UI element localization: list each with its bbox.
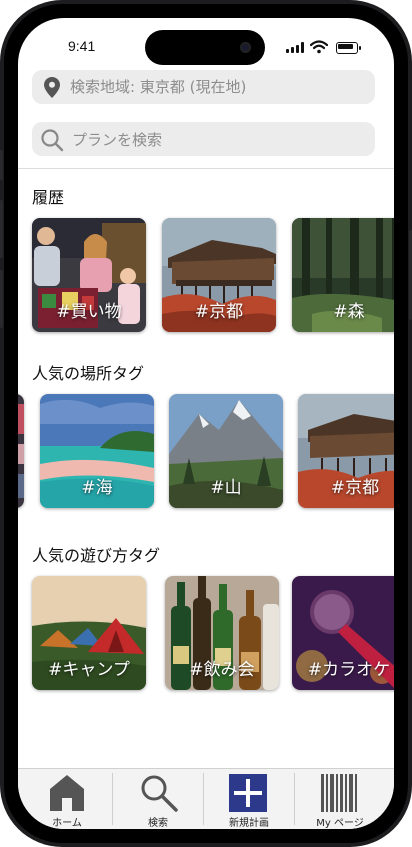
places-card-kyoto[interactable]: #京都 bbox=[298, 394, 394, 508]
tab-my-page[interactable]: My ページ bbox=[295, 769, 385, 829]
app-screen: 9:41 検索地域: 東京都 (現在地) プランを検索 履歴 #買い物 #京都 … bbox=[18, 18, 394, 829]
activities-card-karaoke[interactable]: #カラオケ bbox=[292, 576, 394, 690]
dynamic-island bbox=[145, 30, 265, 65]
wifi-icon bbox=[310, 40, 328, 54]
history-card-shopping[interactable]: #買い物 bbox=[32, 218, 146, 332]
card-tag-label: #キャンプ bbox=[48, 660, 130, 680]
card-tag-label: #山 bbox=[210, 478, 242, 498]
tab-search[interactable]: 検索 bbox=[113, 769, 203, 829]
history-carousel[interactable]: #買い物 #京都 #森 bbox=[18, 218, 394, 334]
tab-new-plan[interactable]: 新規計画 bbox=[204, 769, 294, 829]
silent-switch bbox=[0, 150, 3, 180]
places-card-sea[interactable]: #海 bbox=[40, 394, 154, 508]
battery-tip bbox=[359, 46, 361, 50]
location-label: 検索地域: 東京都 (現在地) bbox=[70, 78, 247, 96]
home-icon bbox=[50, 775, 84, 811]
tab-new-plan-label: 新規計画 bbox=[229, 818, 269, 829]
history-card-kyoto[interactable]: #京都 bbox=[162, 218, 276, 332]
search-bar[interactable] bbox=[32, 122, 375, 158]
bottom-tab-bar: ホーム 検索 新規計画 My ページ bbox=[18, 768, 394, 829]
card-tag-label: #森 bbox=[333, 302, 365, 322]
barcode-icon bbox=[321, 774, 357, 812]
history-section-title: 履歴 bbox=[32, 188, 65, 207]
activities-card-drinks[interactable]: #飲み会 bbox=[165, 576, 279, 690]
card-tag-label: #飲み会 bbox=[189, 660, 255, 680]
places-card-mountain[interactable]: #山 bbox=[169, 394, 283, 508]
signal-icon bbox=[286, 42, 304, 53]
camera-icon bbox=[240, 42, 251, 53]
card-tag-label: #海 bbox=[81, 478, 113, 498]
tab-home-label: ホーム bbox=[52, 818, 82, 829]
plus-icon bbox=[229, 774, 267, 812]
search-icon bbox=[41, 129, 64, 152]
card-tag-label: #京都 bbox=[194, 302, 244, 322]
volume-up-button bbox=[0, 200, 3, 258]
header-divider bbox=[18, 168, 394, 169]
status-time: 9:41 bbox=[68, 38, 96, 54]
location-pin-icon bbox=[44, 77, 60, 98]
tab-search-label: 検索 bbox=[148, 818, 168, 829]
card-tag-label: #買い物 bbox=[56, 302, 122, 322]
search-input[interactable] bbox=[70, 122, 364, 158]
card-tag-label: #京都 bbox=[330, 478, 380, 498]
activities-card-camping[interactable]: #キャンプ bbox=[32, 576, 146, 690]
status-bar: 9:41 bbox=[18, 18, 394, 74]
battery-icon bbox=[336, 42, 358, 54]
places-card-partial[interactable] bbox=[18, 394, 24, 508]
activities-carousel[interactable]: #キャンプ #飲み会 #カラオケ bbox=[18, 576, 394, 692]
volume-down-button bbox=[0, 270, 3, 328]
card-tag-label: #カラオケ bbox=[307, 660, 391, 680]
tab-home[interactable]: ホーム bbox=[22, 769, 112, 829]
partial-photo bbox=[18, 394, 24, 508]
places-carousel[interactable]: #海 #山 #京都 bbox=[18, 394, 394, 510]
activities-section-title: 人気の遊び方タグ bbox=[32, 546, 161, 565]
tab-my-page-label: My ページ bbox=[316, 818, 364, 829]
places-section-title: 人気の場所タグ bbox=[32, 364, 145, 383]
location-selector[interactable]: 検索地域: 東京都 (現在地) bbox=[32, 70, 375, 104]
phone-frame: 9:41 検索地域: 東京都 (現在地) プランを検索 履歴 #買い物 #京都 … bbox=[0, 0, 412, 847]
history-card-forest[interactable]: #森 bbox=[292, 218, 394, 332]
search-icon bbox=[141, 775, 178, 812]
